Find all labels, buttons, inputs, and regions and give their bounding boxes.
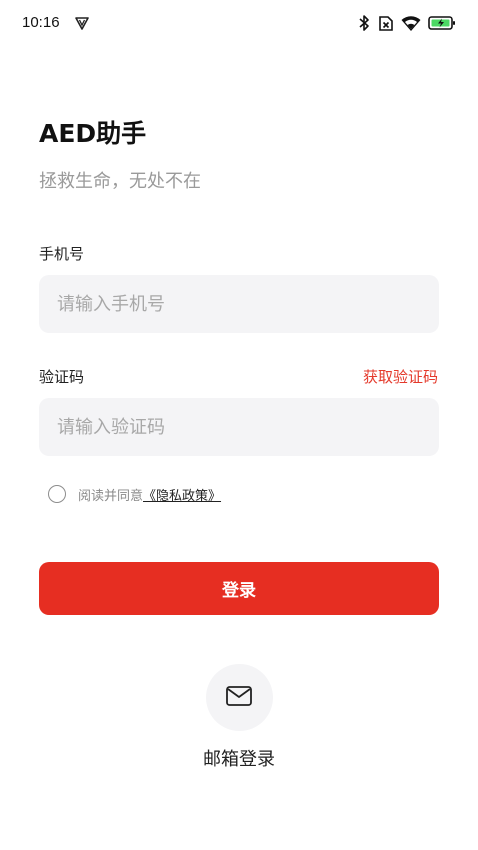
agreement-text: 阅读并同意 bbox=[78, 488, 144, 504]
get-code-button[interactable]: 获取验证码 bbox=[363, 367, 438, 387]
code-input[interactable] bbox=[39, 398, 439, 456]
privacy-policy-link[interactable]: 《隐私政策》 bbox=[143, 485, 221, 504]
phone-label: 手机号 bbox=[39, 245, 85, 263]
agreement-row: 阅读并同意 《隐私政策》 bbox=[48, 484, 221, 504]
email-login-button[interactable] bbox=[205, 664, 273, 731]
status-icons bbox=[358, 13, 456, 33]
email-login-label[interactable]: 邮箱登录 bbox=[203, 745, 275, 771]
app-title: AED助手 bbox=[39, 119, 147, 148]
email-login: 邮箱登录 bbox=[0, 664, 478, 771]
battery-charging-icon bbox=[428, 15, 456, 31]
status-bar: 10:16 bbox=[0, 0, 478, 48]
agree-radio[interactable] bbox=[48, 485, 66, 503]
phone-input[interactable] bbox=[39, 275, 439, 333]
mail-icon bbox=[225, 685, 253, 711]
bluetooth-icon bbox=[358, 14, 370, 32]
code-label: 验证码 bbox=[39, 368, 85, 386]
status-time: 10:16 bbox=[22, 14, 60, 31]
app-subtitle: 拯救生命，无处不在 bbox=[39, 171, 201, 192]
login-button[interactable]: 登录 bbox=[39, 562, 439, 615]
notification-icon bbox=[74, 15, 90, 31]
no-sim-icon bbox=[377, 15, 394, 32]
wifi-icon bbox=[401, 15, 421, 32]
